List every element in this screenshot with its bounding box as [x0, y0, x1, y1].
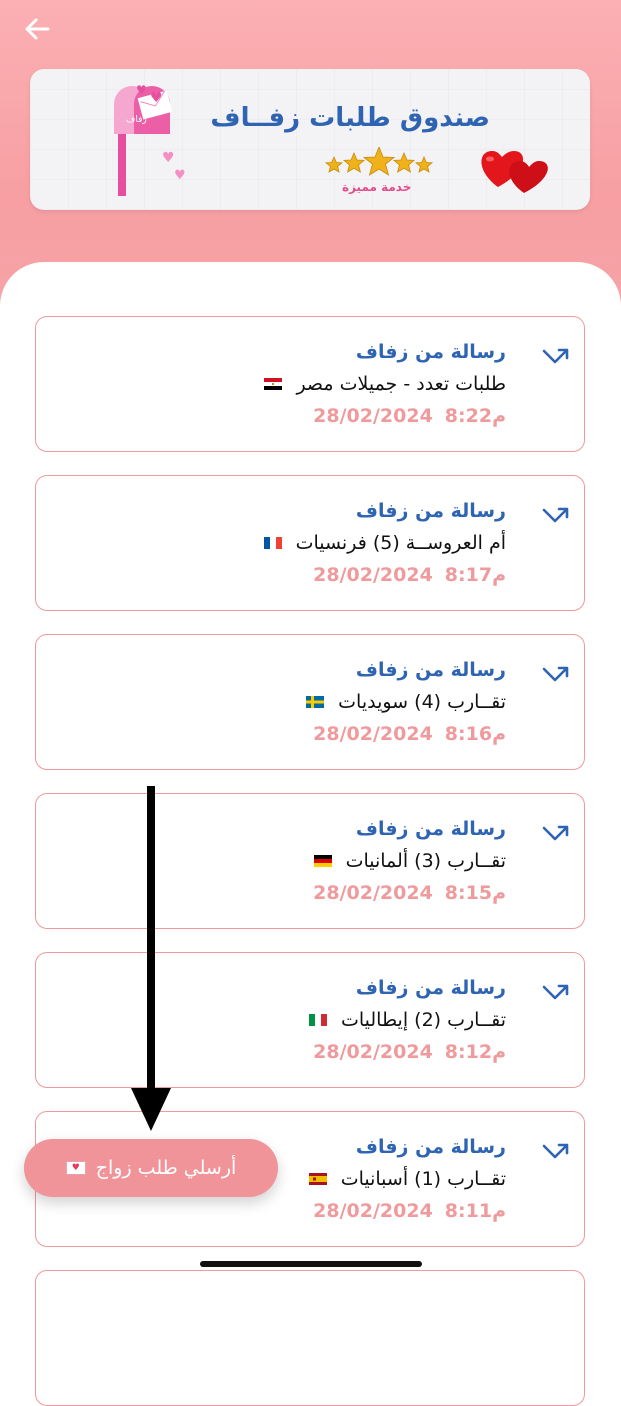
message-time: 8:22م	[444, 405, 506, 427]
sweden-flag-icon	[306, 696, 325, 708]
message-timestamp: 28/02/2024 8:12م	[313, 1041, 506, 1063]
message-subject-row: تقــارب (1) أسبانيات	[308, 1168, 506, 1190]
forward-arrow-icon	[542, 825, 569, 841]
message-sender: رسالة من زفاف	[355, 818, 506, 840]
message-time: 8:15م	[444, 882, 506, 904]
svg-text:♥: ♥	[136, 84, 147, 97]
message-card[interactable]: رسالة من زفاف تقــارب (3) ألمانيات 28/02/2…	[35, 793, 585, 929]
forward-arrow-icon	[542, 666, 569, 682]
message-time: 8:12م	[444, 1041, 506, 1063]
message-date: 28/02/2024	[313, 1041, 433, 1063]
message-timestamp: 28/02/2024 8:16م	[313, 723, 506, 745]
down-arrow-annotation	[131, 786, 171, 1131]
banner-title: صندوق طلبات زفــاف	[210, 103, 490, 133]
message-subject: تقــارب (1) أسبانيات	[340, 1168, 506, 1190]
message-timestamp: 28/02/2024 8:11م	[313, 1200, 506, 1222]
message-card[interactable]: رسالة من زفاف طلبات تعدد - جميلات مصر 28/0…	[35, 316, 585, 452]
message-sender: رسالة من زفاف	[355, 500, 506, 522]
message-subject: طلبات تعدد - جميلات مصر	[296, 373, 506, 395]
fab-label: أرسلي طلب زواج	[95, 1157, 237, 1179]
message-time: 8:17م	[444, 564, 506, 586]
spain-flag-icon	[308, 1173, 327, 1185]
svg-text:♥: ♥	[174, 168, 186, 183]
forward-arrow-icon	[542, 1143, 569, 1159]
forward-arrow-icon	[542, 984, 569, 1000]
message-subject-row: تقــارب (4) سويديات	[306, 691, 506, 713]
message-date: 28/02/2024	[313, 1200, 433, 1222]
mailbox-banner: زفاف ♥ ♥ ♥ ♥ صندوق طلبات زفــاف خدمة ممي…	[30, 69, 590, 210]
message-timestamp: 28/02/2024 8:15م	[313, 882, 506, 904]
back-arrow-icon	[25, 18, 50, 40]
message-sender: رسالة من زفاف	[355, 659, 506, 681]
message-subject: أم العروســة (5) فرنسيات	[295, 532, 506, 554]
message-time: 8:16م	[444, 723, 506, 745]
message-timestamp: 28/02/2024 8:17م	[313, 564, 506, 586]
germany-flag-icon	[313, 855, 332, 867]
message-sender: رسالة من زفاف	[355, 977, 506, 999]
italy-flag-icon	[308, 1014, 327, 1026]
send-marriage-request-button[interactable]: أرسلي طلب زواج	[24, 1139, 278, 1197]
message-time: 8:11م	[444, 1200, 506, 1222]
message-subject: تقــارب (3) ألمانيات	[345, 850, 506, 872]
message-subject-row: تقــارب (2) إيطاليات	[308, 1009, 506, 1031]
message-date: 28/02/2024	[313, 405, 433, 427]
message-card[interactable]: رسالة من زفاف أم العروســة (5) فرنسيات 28/…	[35, 475, 585, 611]
home-indicator	[200, 1261, 422, 1267]
forward-arrow-icon	[542, 507, 569, 523]
egypt-flag-icon	[264, 378, 283, 390]
message-date: 28/02/2024	[313, 882, 433, 904]
france-flag-icon	[263, 537, 282, 549]
svg-text:زفاف: زفاف	[126, 115, 147, 125]
message-subject: تقــارب (2) إيطاليات	[340, 1009, 506, 1031]
five-stars-icon	[324, 147, 434, 176]
message-sender: رسالة من زفاف	[355, 341, 506, 363]
pink-mailbox-icon: زفاف ♥ ♥ ♥ ♥	[114, 84, 186, 196]
message-date: 28/02/2024	[313, 723, 433, 745]
message-timestamp: 28/02/2024 8:22م	[313, 405, 506, 427]
hearts-icon	[481, 151, 548, 193]
message-subject-row: أم العروســة (5) فرنسيات	[263, 532, 506, 554]
svg-text:♥: ♥	[162, 150, 175, 166]
message-sender: رسالة من زفاف	[355, 1136, 506, 1158]
forward-arrow-icon	[542, 348, 569, 364]
message-subject-row: تقــارب (3) ألمانيات	[313, 850, 506, 872]
message-card[interactable]: رسالة من زفاف تقــارب (4) سويديات 28/02/20…	[35, 634, 585, 770]
message-subject-row: طلبات تعدد - جميلات مصر	[264, 373, 506, 395]
message-card-partial[interactable]	[35, 1270, 585, 1406]
message-card[interactable]: رسالة من زفاف تقــارب (2) إيطاليات 28/02/2…	[35, 952, 585, 1088]
message-subject: تقــارب (4) سويديات	[338, 691, 506, 713]
message-date: 28/02/2024	[313, 564, 433, 586]
banner-subtitle: خدمة مميزة	[342, 180, 412, 194]
svg-text:♥: ♥	[150, 90, 163, 106]
envelope-heart-icon	[65, 1161, 86, 1175]
back-button[interactable]	[22, 14, 52, 44]
